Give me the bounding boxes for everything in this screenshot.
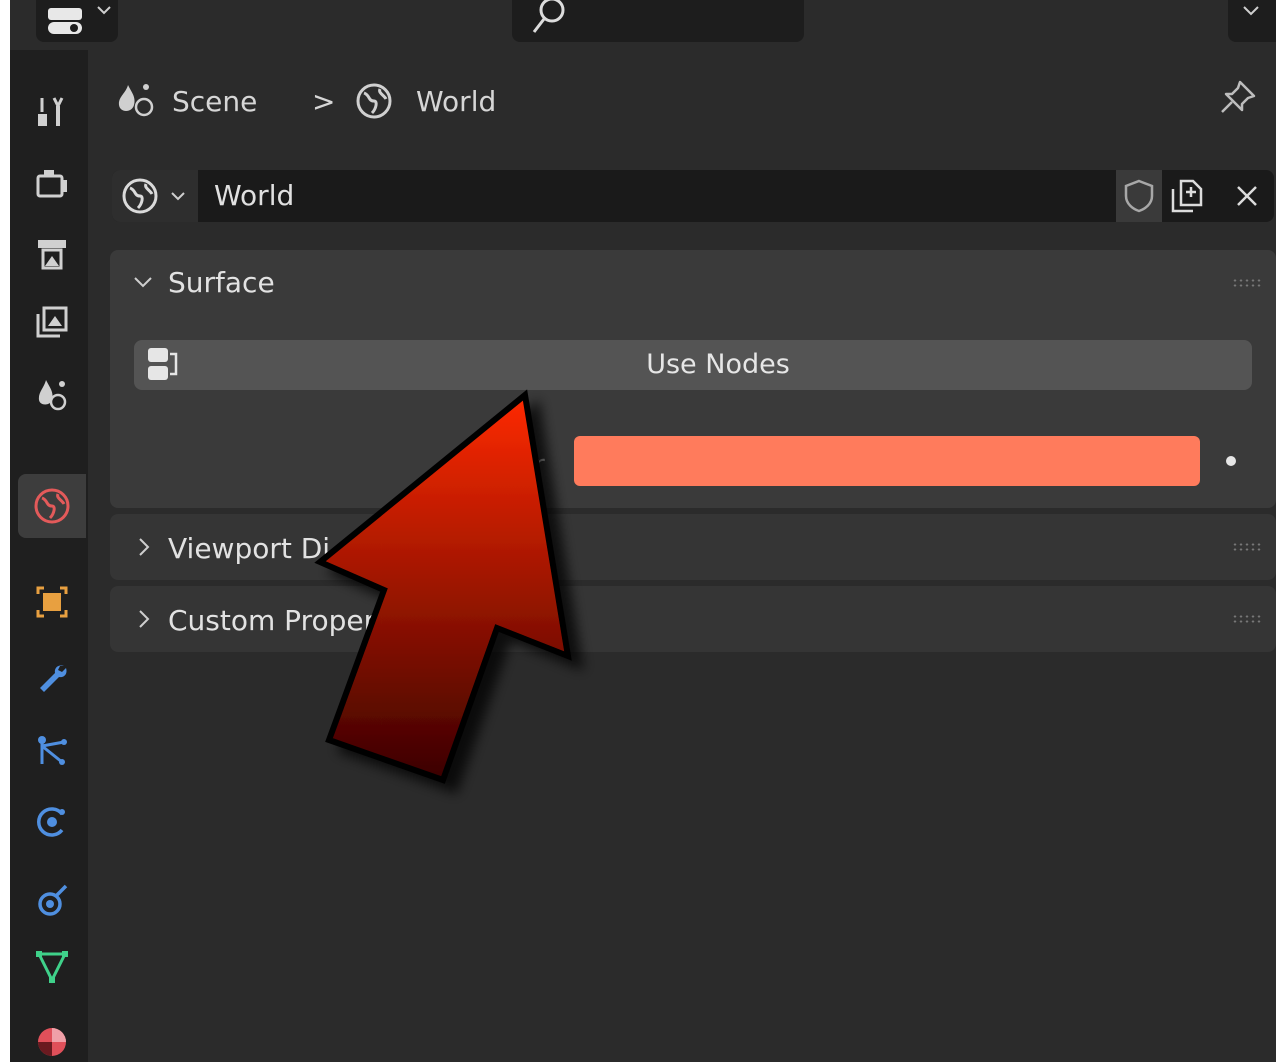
chevron-down-icon: [97, 6, 111, 15]
chevron-right-icon: [139, 538, 150, 556]
scene-icon: [38, 380, 67, 411]
breadcrumb-world: World: [354, 78, 496, 124]
viewport-display-title: Viewport Di: [168, 532, 331, 565]
editor-type-button[interactable]: [36, 0, 118, 42]
breadcrumb-scene-label: Scene: [172, 84, 258, 118]
drag-grip-icon[interactable]: [1232, 278, 1262, 288]
chevron-down-icon: [1243, 6, 1259, 16]
view-layer-icon: [36, 306, 68, 338]
world-tab[interactable]: [18, 474, 86, 538]
pin-icon[interactable]: [1218, 78, 1258, 122]
properties-tabs: [10, 50, 88, 1062]
duplicate-icon: [1171, 179, 1203, 213]
world-icon: [34, 488, 70, 524]
world-icon: [356, 83, 392, 119]
output-tab[interactable]: [18, 222, 86, 286]
constraints-icon: [38, 884, 68, 916]
fake-user-button[interactable]: [1116, 170, 1162, 222]
render-icon: [36, 170, 67, 198]
chevron-down-icon: [171, 192, 185, 201]
color-label: r: [534, 450, 545, 480]
custom-properties-title: Custom Propert: [168, 604, 387, 637]
shield-icon: [1124, 179, 1154, 213]
scene-icon: [118, 84, 154, 117]
render-tab[interactable]: [18, 152, 86, 216]
use-nodes-button[interactable]: Use Nodes: [134, 340, 1252, 390]
properties-editor-icon: [48, 8, 82, 34]
options-dropdown[interactable]: [1228, 0, 1276, 42]
search-input[interactable]: [512, 0, 804, 42]
unlink-world-button[interactable]: [1224, 170, 1270, 222]
surface-panel-header[interactable]: Surface: [110, 250, 1276, 316]
browse-world-button[interactable]: [112, 170, 198, 222]
world-icon: [122, 178, 158, 214]
material-tab[interactable]: [18, 1010, 86, 1062]
world-color-swatch[interactable]: [574, 436, 1200, 486]
close-icon: [1237, 186, 1257, 206]
scene-tab[interactable]: [18, 362, 86, 426]
object-tab[interactable]: [18, 570, 86, 634]
view-layer-tab[interactable]: [18, 290, 86, 354]
breadcrumb-scene: Scene: [114, 78, 257, 124]
surface-panel-title: Surface: [168, 266, 275, 299]
particles-icon: [38, 736, 67, 765]
tool-icon: [38, 97, 64, 126]
world-name-field[interactable]: World: [214, 170, 294, 222]
physics-tab[interactable]: [18, 790, 86, 854]
breadcrumb: Scene > World: [114, 78, 1264, 124]
wrench-icon: [40, 665, 67, 692]
breadcrumb-world-label: World: [416, 84, 497, 118]
viewport-display-panel[interactable]: Viewport Di: [110, 514, 1276, 580]
drag-grip-icon[interactable]: [1232, 542, 1262, 552]
physics-icon: [37, 807, 65, 837]
data-tab[interactable]: [18, 934, 86, 998]
constraints-tab[interactable]: [18, 868, 86, 932]
world-datablock-selector: World: [112, 170, 1274, 222]
drag-grip-icon[interactable]: [1232, 614, 1262, 624]
particles-tab[interactable]: [18, 718, 86, 782]
keyframe-dot-icon[interactable]: [1226, 456, 1236, 466]
custom-properties-panel[interactable]: Custom Propert: [110, 586, 1276, 652]
editor-header: [10, 0, 1276, 50]
surface-panel: Surface Use Nodes r: [110, 250, 1276, 508]
chevron-right-icon: [139, 610, 150, 628]
use-nodes-label: Use Nodes: [646, 349, 790, 380]
output-icon: [38, 240, 66, 270]
mesh-data-icon: [36, 951, 68, 984]
properties-editor: Scene > World World Surface Use Nodes r …: [10, 0, 1276, 1062]
search-icon: [532, 0, 565, 33]
chevron-down-icon: [134, 277, 152, 288]
object-icon: [36, 586, 68, 618]
breadcrumb-separator: >: [312, 84, 336, 118]
modifiers-tab[interactable]: [18, 646, 86, 710]
material-icon: [38, 1028, 66, 1056]
duplicate-world-button[interactable]: [1164, 170, 1210, 222]
tool-tab[interactable]: [18, 80, 86, 144]
